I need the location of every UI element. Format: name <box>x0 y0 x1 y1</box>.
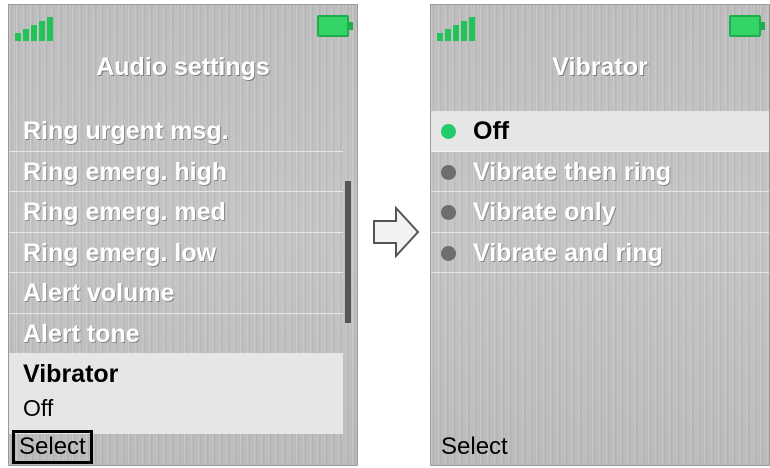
audio-settings-screen: Audio settings Ring urgent msg. Ring eme… <box>8 4 358 466</box>
audio-settings-menu: Ring urgent msg. Ring emerg. high Ring e… <box>9 111 343 434</box>
menu-item-label: Ring emerg. med <box>23 198 226 226</box>
signal-icon <box>437 15 477 41</box>
status-bar <box>9 5 357 45</box>
menu-item-label: Ring emerg. high <box>23 157 228 186</box>
menu-item-label: Ring emerg. low <box>23 238 217 267</box>
radio-icon <box>441 205 456 220</box>
radio-icon <box>441 245 456 261</box>
menu-item-label: Vibrator <box>23 360 119 388</box>
menu-item-ring-urgent-msg[interactable]: Ring urgent msg. <box>9 111 343 152</box>
menu-item-ring-emerg-high[interactable]: Ring emerg. high <box>9 152 343 192</box>
status-bar <box>431 5 769 45</box>
select-softkey[interactable]: Select <box>12 430 93 464</box>
battery-icon <box>317 15 353 37</box>
radio-icon <box>441 124 456 139</box>
option-vibrate-only[interactable]: Vibrate only <box>431 192 769 233</box>
menu-item-ring-emerg-low[interactable]: Ring emerg. low <box>9 233 343 273</box>
radio-icon <box>441 164 456 180</box>
option-label: Vibrate then ring <box>473 157 672 186</box>
option-off[interactable]: Off <box>431 111 769 152</box>
arrow-right-icon <box>373 206 420 258</box>
option-label: Off <box>473 117 510 145</box>
menu-item-label: Alert tone <box>23 319 140 348</box>
menu-item-ring-emerg-med[interactable]: Ring emerg. med <box>9 192 343 233</box>
vibrator-options: Off Vibrate then ring Vibrate only Vibra… <box>431 111 769 273</box>
menu-item-value: Off <box>23 395 54 421</box>
option-label: Vibrate only <box>473 198 616 226</box>
menu-item-label: Ring urgent msg. <box>23 117 229 145</box>
page-title: Audio settings <box>96 53 270 81</box>
page-title: Vibrator <box>552 53 648 81</box>
option-vibrate-and-ring[interactable]: Vibrate and ring <box>431 233 769 273</box>
menu-item-vibrator[interactable]: Vibrator Off <box>9 354 343 434</box>
vibrator-screen: Vibrator Off Vibrate then ring Vibrate o… <box>430 4 770 466</box>
scrollbar[interactable] <box>345 181 351 323</box>
menu-item-alert-volume[interactable]: Alert volume <box>9 273 343 314</box>
select-softkey[interactable]: Select <box>437 431 512 465</box>
battery-icon <box>729 15 765 37</box>
signal-icon <box>15 15 55 41</box>
menu-item-alert-tone[interactable]: Alert tone <box>9 314 343 354</box>
menu-item-label: Alert volume <box>23 279 175 307</box>
option-label: Vibrate and ring <box>473 238 663 267</box>
option-vibrate-then-ring[interactable]: Vibrate then ring <box>431 152 769 192</box>
